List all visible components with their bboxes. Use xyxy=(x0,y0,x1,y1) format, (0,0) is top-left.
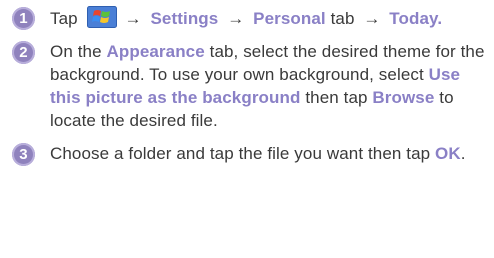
ok-label: OK xyxy=(435,144,461,163)
settings-label: Settings xyxy=(150,9,219,28)
step-number-badge: 3 xyxy=(12,143,35,166)
step-3-text-2: . xyxy=(460,144,466,163)
step-number-badge: 1 xyxy=(12,7,35,30)
tab-word: tab xyxy=(330,9,355,28)
step-number-badge: 2 xyxy=(12,41,35,64)
arrow: → xyxy=(227,9,245,28)
arrow: → xyxy=(124,9,142,28)
step-2: 2 On the Appearance tab, select the desi… xyxy=(12,40,490,132)
appearance-label: Appearance xyxy=(106,42,205,61)
instruction-steps: 1 Tap → Settings → Personal tab → Today.… xyxy=(12,6,490,166)
step-1: 1 Tap → Settings → Personal tab → Today. xyxy=(12,6,490,30)
step-2-text-1: On the xyxy=(50,42,102,61)
windows-start-flag-icon xyxy=(86,6,117,28)
today-label: Today. xyxy=(389,9,443,28)
step-3: 3 Choose a folder and tap the file you w… xyxy=(12,142,490,166)
step-3-text-1: Choose a folder and tap the file you wan… xyxy=(50,144,431,163)
personal-label: Personal xyxy=(253,9,326,28)
arrow: → xyxy=(363,9,381,28)
browse-label: Browse xyxy=(372,88,435,107)
step-2-text-3: then tap xyxy=(305,88,368,107)
step-1-tap: Tap xyxy=(50,9,78,28)
